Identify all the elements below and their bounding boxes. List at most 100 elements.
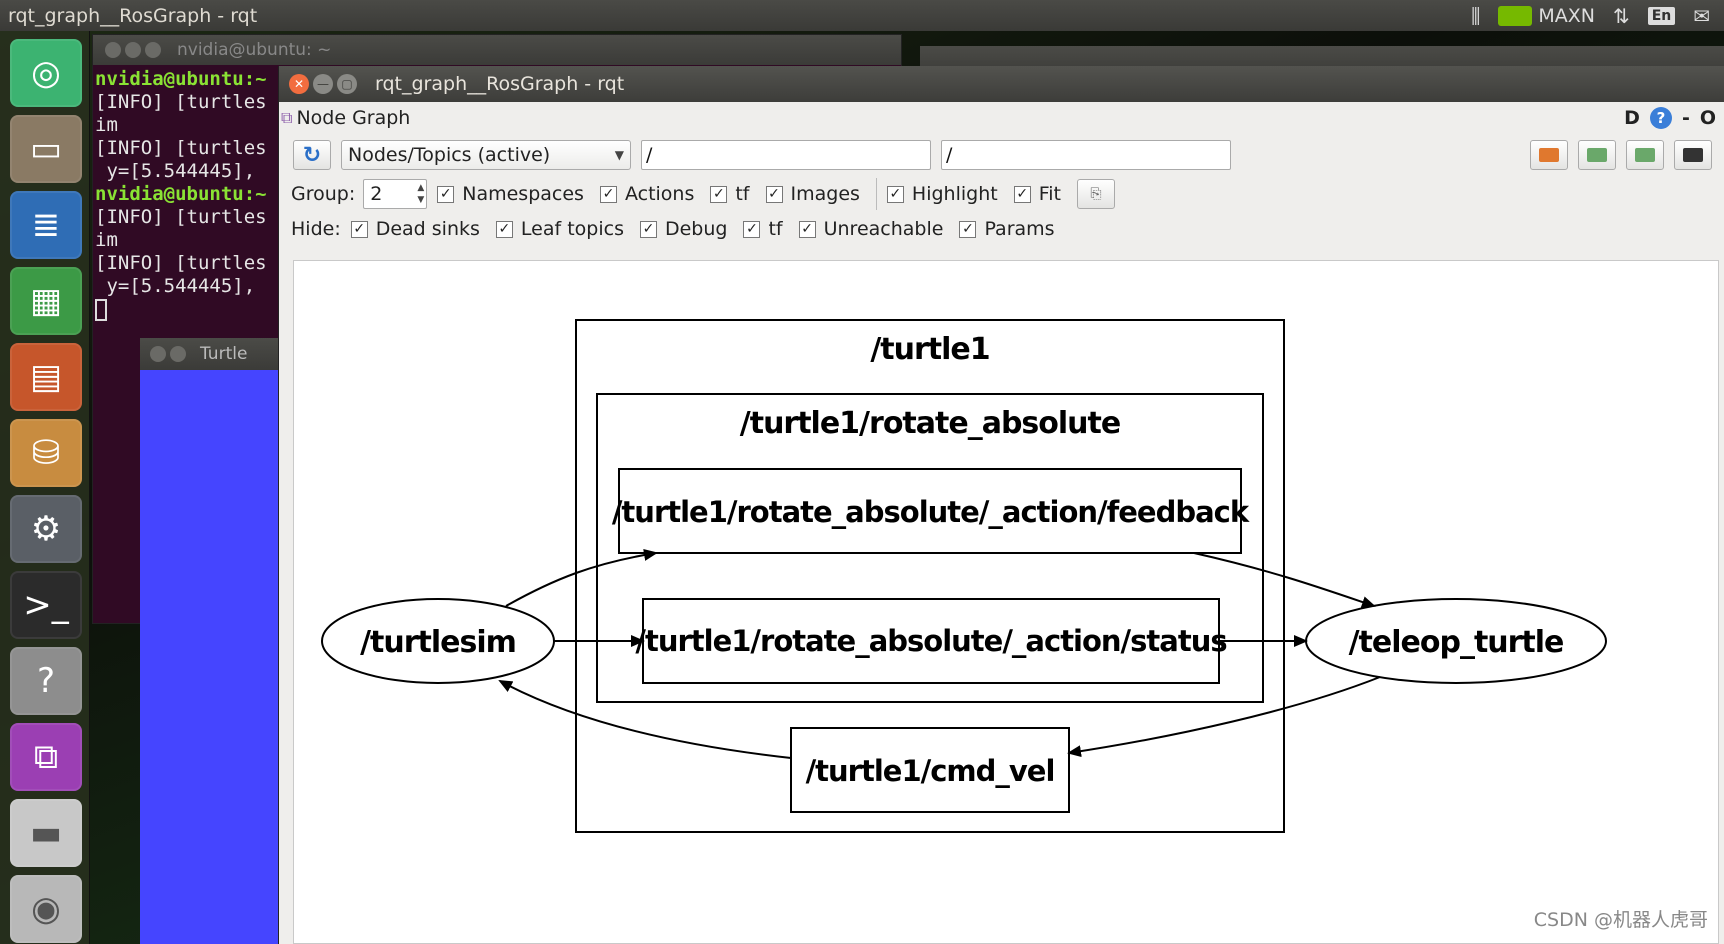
checkmark-icon[interactable]: ✓	[350, 220, 368, 238]
ros-graph[interactable]: /turtle1 /turtle1/rotate_absolute /turtl…	[294, 261, 1720, 944]
topic-filter-input[interactable]: /	[941, 140, 1231, 170]
checkmark-icon[interactable]: ✓	[743, 220, 761, 238]
save-svg-icon	[1635, 148, 1655, 162]
checkmark-icon[interactable]: ✓	[710, 185, 728, 203]
toolbar-separator	[875, 178, 877, 210]
checkbox-fit[interactable]: ✓ Fit	[1013, 183, 1061, 205]
spin-arrows-icon[interactable]: ▲ ▼	[417, 182, 424, 206]
terminal-titlebar[interactable]: nvidia@ubuntu: ~	[93, 35, 901, 65]
disk-icon[interactable]: ◉	[10, 875, 82, 943]
checkbox-dead-sinks[interactable]: ✓ Dead sinks	[350, 218, 480, 240]
minimize-plugin-button[interactable]: -	[1682, 107, 1690, 129]
checkbox-actions[interactable]: ✓ Actions	[599, 183, 694, 205]
checkbox-label: Params	[984, 218, 1055, 240]
folder-icon	[1539, 148, 1559, 162]
hide-label: Hide:	[291, 218, 341, 240]
help-icon[interactable]: ?	[1649, 107, 1672, 129]
help-icon[interactable]: ?	[10, 647, 82, 715]
plugin-titlebar: ⧉ Node Graph D ? - O	[279, 102, 1724, 134]
load-dot-button[interactable]	[1530, 140, 1568, 170]
terminal-icon[interactable]: >_	[10, 571, 82, 639]
files-icon[interactable]: ▭	[10, 115, 82, 183]
rqt-window: ✕ — ▢ rqt_graph__RosGraph - rqt ⧉ Node G…	[278, 66, 1724, 944]
terminal-text: y=[5.544445],	[95, 160, 256, 182]
checkbox-label: Fit	[1038, 183, 1061, 205]
graph-mode-select[interactable]: Nodes/Topics (active) ▼	[341, 140, 631, 170]
launcher: ◎ ▭ ≣ ▦ ▤ ⛁ ⚙ >_ ? ⧉ ▬ ◉	[0, 31, 90, 944]
writer-icon[interactable]: ≣	[10, 191, 82, 259]
graph-canvas[interactable]: /turtle1 /turtle1/rotate_absolute /turtl…	[293, 260, 1719, 944]
checkbox-unreachable[interactable]: ✓ Unreachable	[798, 218, 944, 240]
group-label: Group:	[291, 183, 356, 205]
checkbox-debug[interactable]: ✓ Debug	[639, 218, 727, 240]
save-image-icon	[1587, 148, 1607, 162]
checkbox-tf[interactable]: ✓ tf	[743, 218, 783, 240]
options-checkboxes: ✓ Namespaces ✓ Actions ✓ tf ✓ Images	[437, 183, 876, 205]
software-center-icon[interactable]: ⛁	[10, 419, 82, 487]
checkbox-label: Unreachable	[823, 218, 944, 240]
checkmark-icon[interactable]: ✓	[765, 185, 783, 203]
impress-icon[interactable]: ▤	[10, 343, 82, 411]
close-button[interactable]: ✕	[289, 74, 309, 94]
save-image-button[interactable]	[1674, 140, 1712, 170]
group-spinbox[interactable]: 2 ▲ ▼	[363, 179, 428, 209]
checkbox-label: Highlight	[911, 183, 998, 205]
checkmark-icon[interactable]: ✓	[599, 185, 617, 203]
chevron-down-icon: ▼	[614, 148, 624, 162]
node-filter-input[interactable]: /	[641, 140, 931, 170]
terminal-window-controls[interactable]	[105, 42, 161, 58]
signal-icon[interactable]: ⫼	[1471, 4, 1480, 28]
checkbox-images[interactable]: ✓ Images	[765, 183, 860, 205]
terminal-text: y=[5.544445],	[95, 275, 256, 297]
power-mode-label: MAXN	[1538, 4, 1595, 27]
topic-feedback-label: /turtle1/rotate_absolute/_action/feedbac…	[612, 495, 1250, 529]
minimize-button[interactable]: —	[313, 74, 333, 94]
checkbox-highlight[interactable]: ✓ Highlight	[886, 183, 998, 205]
turtlesim-window[interactable]: Turtle	[140, 338, 285, 944]
checkmark-icon[interactable]: ✓	[639, 220, 657, 238]
turtlesim-window-controls[interactable]	[150, 346, 186, 362]
checkbox-namespaces[interactable]: ✓ Namespaces	[437, 183, 584, 205]
nvidia-logo-icon	[1498, 5, 1533, 26]
node-graph-icon: ⧉	[281, 108, 293, 127]
checkmark-icon[interactable]: ✓	[1013, 185, 1031, 203]
options-row: Group: 2 ▲ ▼ ✓ Namespaces ✓ Actions ✓ tf ✓ Image…	[291, 178, 1115, 210]
turtlesim-titlebar[interactable]: Turtle	[140, 338, 285, 370]
maximize-button[interactable]: ▢	[337, 74, 357, 94]
checkbox-tf[interactable]: ✓ tf	[710, 183, 750, 205]
checkbox-leaf-topics[interactable]: ✓ Leaf topics	[495, 218, 624, 240]
turtlesim-title: Turtle	[200, 344, 248, 364]
plugin-controls: D ? - O	[1624, 107, 1716, 129]
checkmark-icon[interactable]: ✓	[886, 185, 904, 203]
edge-teleop-to-cmd-vel	[1067, 676, 1381, 758]
close-plugin-button[interactable]: O	[1700, 107, 1716, 129]
terminal-text: [INFO] [turtles	[95, 206, 267, 228]
checkmark-icon[interactable]: ✓	[437, 185, 455, 203]
system-tray: ⫼ MAXN ⇅ En ✉	[1471, 4, 1710, 28]
checkmark-icon[interactable]: ✓	[495, 220, 513, 238]
fit-in-view-button[interactable]: ⎘	[1076, 179, 1115, 209]
refresh-icon: ↻	[302, 142, 322, 168]
keyboard-layout-indicator[interactable]: En	[1647, 6, 1676, 25]
nvidia-power-indicator[interactable]: MAXN	[1498, 5, 1595, 27]
dock-button[interactable]: D	[1624, 107, 1640, 129]
terminal-prompt: nvidia@ubuntu:~	[95, 183, 267, 205]
checkbox-label: Dead sinks	[375, 218, 480, 240]
watermark: CSDN @机器人虎哥	[1533, 909, 1708, 931]
mail-icon[interactable]: ✉	[1693, 4, 1710, 28]
save-dot-button[interactable]	[1578, 140, 1616, 170]
refresh-button[interactable]: ↻	[293, 140, 331, 170]
rqt-titlebar[interactable]: ✕ — ▢ rqt_graph__RosGraph - rqt	[279, 66, 1724, 102]
rqt-app-icon[interactable]: ⧉	[10, 723, 82, 791]
topic-cmd-vel-label: /turtle1/cmd_vel	[806, 754, 1055, 788]
network-arrows-icon[interactable]: ⇅	[1613, 4, 1630, 28]
checkmark-icon[interactable]: ✓	[959, 220, 977, 238]
top-panel: rqt_graph__RosGraph - rqt ⫼ MAXN ⇅ En ✉	[0, 0, 1724, 31]
checkbox-params[interactable]: ✓ Params	[959, 218, 1055, 240]
drive-icon[interactable]: ▬	[10, 799, 82, 867]
settings-icon[interactable]: ⚙	[10, 495, 82, 563]
calc-icon[interactable]: ▦	[10, 267, 82, 335]
ubuntu-dash-icon[interactable]: ◎	[10, 39, 82, 107]
checkmark-icon[interactable]: ✓	[798, 220, 816, 238]
save-svg-button[interactable]	[1626, 140, 1664, 170]
